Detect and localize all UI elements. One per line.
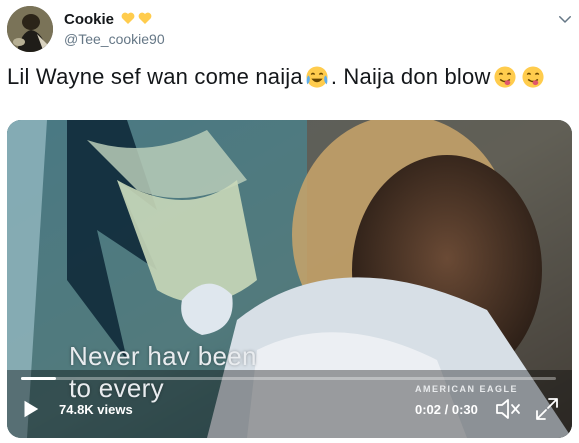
muted-speaker-icon[interactable]: [494, 396, 522, 422]
tears-of-joy-emoji-icon: [306, 66, 328, 88]
tweet-text-part1: Lil Wayne sef wan come naija: [7, 64, 303, 89]
time-display: 0:02 / 0:30: [415, 402, 478, 417]
display-name[interactable]: Cookie: [64, 10, 153, 28]
progress-bar[interactable]: [21, 377, 556, 380]
fullscreen-icon[interactable]: [534, 396, 560, 422]
video-caption-line1: Never hav been: [69, 341, 257, 371]
play-icon[interactable]: [19, 398, 41, 420]
user-handle[interactable]: @Tee_cookie90: [64, 31, 165, 47]
chevron-down-icon[interactable]: [556, 10, 574, 28]
tweet-text-part2: . Naija don blow: [330, 64, 491, 89]
display-name-text: Cookie: [64, 11, 115, 28]
avatar[interactable]: [7, 6, 53, 52]
yellow-heart-icon: [121, 12, 135, 24]
savoring-food-emoji-icon: [522, 66, 544, 88]
video-player[interactable]: Never hav been to every AMERICAN EAGLE 7…: [7, 120, 572, 438]
savoring-food-emoji-icon: [494, 66, 516, 88]
yellow-heart-icon: [138, 12, 152, 24]
view-count: 74.8K views: [59, 402, 133, 417]
tweet-text: Lil Wayne sef wan come naija . Naija don…: [7, 64, 547, 90]
video-controls: 74.8K views 0:02 / 0:30: [7, 390, 572, 430]
progress-fill: [21, 377, 57, 380]
